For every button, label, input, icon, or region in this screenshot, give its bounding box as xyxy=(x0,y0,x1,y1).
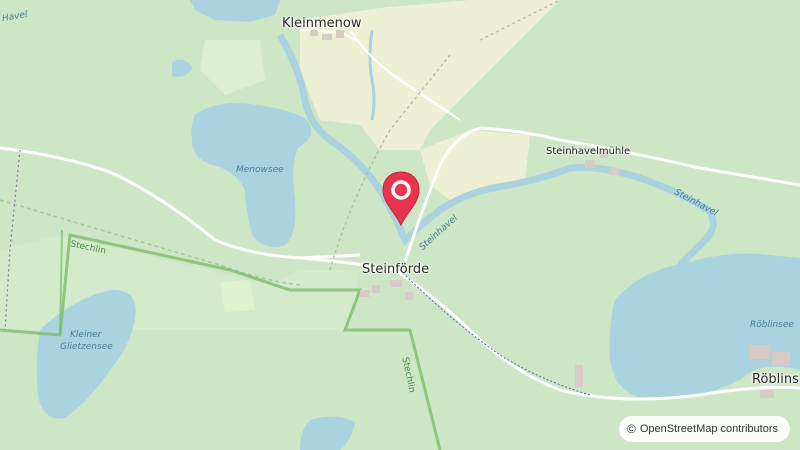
water-label-menowsee: Menowsee xyxy=(236,165,284,175)
water-label-glietzensee: Glietzensee xyxy=(60,342,113,352)
place-label-kleinmenow: Kleinmenow xyxy=(282,16,362,31)
map-attribution[interactable]: © OpenStreetMap contributors xyxy=(618,416,790,442)
water-label-kleiner: Kleiner xyxy=(70,330,102,340)
place-label-roblinsee-town: Röblins xyxy=(752,372,799,387)
place-label-steinforde: Steinförde xyxy=(362,262,430,277)
copyright-icon: © xyxy=(626,422,636,436)
map-view[interactable]: Kleinmenow Steinhavelmühle Steinförde Rö… xyxy=(0,0,800,450)
location-pin-icon[interactable] xyxy=(381,170,421,228)
water-label-roblinsee: Röblinsee xyxy=(750,320,794,330)
place-label-steinhavelmuhle: Steinhavelmühle xyxy=(546,146,631,157)
attribution-link[interactable]: OpenStreetMap contributors xyxy=(640,423,778,435)
